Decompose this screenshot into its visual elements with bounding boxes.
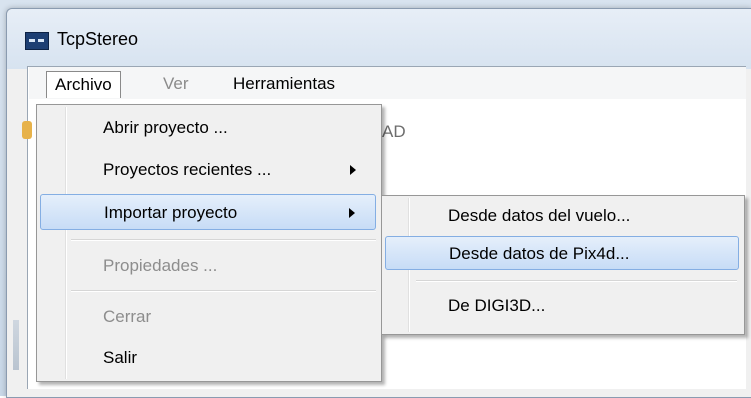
toolbar-open-icon[interactable]: [22, 121, 32, 139]
menu-separator: [71, 290, 376, 292]
archivo-dropdown-menu: Abrir proyecto ... Proyectos recientes .…: [36, 104, 382, 382]
submenu-item-desde-datos-vuelo[interactable]: Desde datos del vuelo...: [385, 199, 739, 233]
menu-item-label: Abrir proyecto ...: [103, 118, 228, 137]
menu-item-salir[interactable]: Salir: [40, 340, 376, 376]
menu-separator: [71, 239, 376, 241]
app-icon: [25, 32, 49, 50]
menu-item-proyectos-recientes[interactable]: Proyectos recientes ...: [40, 152, 376, 188]
submenu-item-label: Desde datos de Pix4d...: [449, 244, 630, 263]
title-bar[interactable]: TcpStereo: [7, 9, 751, 69]
window-title: TcpStereo: [57, 29, 139, 49]
submenu-item-desde-datos-pix4d[interactable]: Desde datos de Pix4d...: [385, 236, 739, 270]
window-edge-decoration: [13, 320, 19, 370]
submenu-item-label: De DIGI3D...: [448, 296, 546, 315]
menu-item-label: Propiedades ...: [103, 256, 218, 275]
submenu-item-de-digi3d[interactable]: De DIGI3D...: [385, 289, 739, 323]
menu-item-abrir-proyecto[interactable]: Abrir proyecto ...: [40, 110, 376, 146]
submenu-arrow-icon: [350, 165, 356, 175]
menu-item-cerrar[interactable]: Cerrar: [40, 299, 376, 335]
submenu-separator: [416, 280, 737, 282]
submenu-item-label: Desde datos del vuelo...: [448, 206, 631, 225]
menu-item-label: Cerrar: [103, 307, 152, 326]
menu-item-label: Salir: [103, 348, 138, 367]
menu-item-label: Importar proyecto: [104, 203, 238, 222]
menu-item-propiedades[interactable]: Propiedades ...: [40, 248, 376, 284]
menu-icon-gutter: [65, 107, 67, 379]
toolbar-label: AD: [382, 122, 406, 141]
menu-archivo[interactable]: Archivo: [46, 71, 121, 98]
menu-herramientas[interactable]: Herramientas: [225, 71, 343, 97]
submenu-arrow-icon: [349, 208, 355, 218]
menu-ver[interactable]: Ver: [155, 71, 197, 97]
importar-submenu: Desde datos del vuelo... Desde datos de …: [381, 195, 745, 335]
menu-item-label: Proyectos recientes ...: [103, 160, 272, 179]
menu-item-importar-proyecto[interactable]: Importar proyecto: [40, 194, 376, 230]
menu-bar: Archivo Ver Herramientas: [29, 67, 746, 99]
